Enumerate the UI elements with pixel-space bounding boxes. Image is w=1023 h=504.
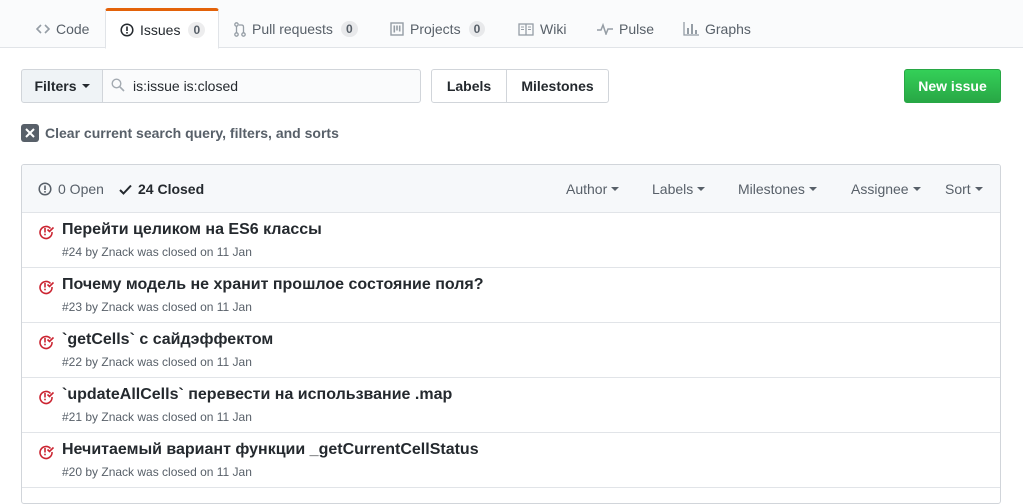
issue-closed-icon	[38, 224, 55, 243]
assignee-filter-dropdown[interactable]: Assignee	[851, 165, 921, 213]
milestones-button[interactable]: Milestones	[506, 69, 609, 103]
open-count: 0 Open	[58, 181, 104, 197]
clear-filters-link[interactable]: Clear current search query, filters, and…	[21, 124, 339, 142]
assignee-filter-label: Assignee	[851, 181, 909, 197]
issues-list-box: 0 Open 24 Closed Author Labels Milestone…	[21, 164, 1001, 504]
tab-wiki[interactable]: Wiki	[514, 9, 570, 49]
clear-filters-label: Clear current search query, filters, and…	[45, 125, 339, 141]
filters-label: Filters	[34, 78, 77, 94]
git-pull-request-icon	[234, 21, 246, 37]
projects-counter: 0	[468, 21, 486, 37]
issue-row: Перейти целиком на ES6 классы #24 by Zna…	[22, 213, 1000, 268]
filters-dropdown-button[interactable]: Filters	[21, 69, 103, 103]
issue-closed-icon	[38, 444, 55, 463]
issue-row: Нечитаемый вариант функции _getCurrentCe…	[22, 433, 1000, 488]
issue-meta: #20 by Znack was closed on 11 Jan	[62, 465, 252, 479]
close-icon	[21, 124, 39, 142]
tab-pulse[interactable]: Pulse	[593, 9, 658, 49]
caret-down-icon	[974, 187, 983, 191]
tab-projects[interactable]: Projects 0	[386, 9, 489, 49]
tab-label: Graphs	[705, 21, 751, 37]
issue-row: `getCells` с сайдэффектом #22 by Znack w…	[22, 323, 1000, 378]
issue-closed-icon	[38, 334, 55, 353]
open-issues-link[interactable]: 0 Open	[38, 165, 104, 213]
closed-issues-link[interactable]: 24 Closed	[119, 165, 204, 213]
issue-row: `updateAllCells` перевести на использван…	[22, 378, 1000, 433]
milestones-filter-label: Milestones	[738, 181, 805, 197]
closed-count: 24 Closed	[138, 181, 205, 197]
issue-opened-icon	[120, 22, 134, 37]
issues-counter: 0	[188, 21, 206, 38]
issue-title-link[interactable]: Почему модель не хранит прошлое состояни…	[62, 276, 484, 294]
issue-meta: #22 by Znack was closed on 11 Jan	[62, 355, 252, 369]
project-icon	[390, 22, 404, 36]
code-icon	[36, 22, 50, 36]
tab-label: Projects	[410, 21, 461, 37]
tab-label: Pull requests	[252, 21, 333, 37]
tab-label: Issues	[140, 21, 181, 38]
search-icon	[111, 77, 125, 95]
tab-issues[interactable]: Issues 0	[105, 8, 219, 49]
caret-down-icon	[912, 187, 921, 191]
graph-icon	[683, 22, 699, 36]
issue-closed-icon	[38, 279, 55, 298]
search-field[interactable]	[102, 69, 421, 103]
caret-down-icon	[81, 84, 90, 88]
new-issue-button[interactable]: New issue	[904, 69, 1001, 103]
issue-meta: #24 by Znack was closed on 11 Jan	[62, 245, 252, 259]
tab-label: Pulse	[619, 21, 655, 37]
tab-graphs[interactable]: Graphs	[679, 9, 755, 49]
book-icon	[518, 22, 534, 36]
tab-pull-requests[interactable]: Pull requests 0	[230, 9, 362, 49]
issue-title-link[interactable]: `getCells` с сайдэффектом	[62, 331, 273, 349]
issue-title-link[interactable]: Перейти целиком на ES6 классы	[62, 221, 322, 239]
caret-down-icon	[808, 187, 817, 191]
caret-down-icon	[611, 187, 620, 191]
caret-down-icon	[697, 187, 706, 191]
check-icon	[119, 184, 132, 195]
pull-requests-counter: 0	[340, 21, 358, 37]
issue-title-link[interactable]: `updateAllCells` перевести на использван…	[62, 386, 452, 404]
milestones-filter-dropdown[interactable]: Milestones	[738, 165, 817, 213]
issue-opened-icon	[38, 182, 52, 196]
sort-label: Sort	[945, 181, 971, 197]
issue-meta: #23 by Znack was closed on 11 Jan	[62, 300, 252, 314]
search-input[interactable]	[133, 78, 403, 94]
repo-tabnav: Code Issues 0 Pull requests 0 Projects 0…	[0, 0, 1023, 49]
issue-row: Почему модель не хранит прошлое состояни…	[22, 268, 1000, 323]
labels-button[interactable]: Labels	[431, 69, 507, 103]
labels-filter-dropdown[interactable]: Labels	[652, 165, 706, 213]
tab-label: Code	[56, 21, 90, 37]
issue-closed-icon	[38, 389, 55, 408]
issue-meta: #21 by Znack was closed on 11 Jan	[62, 410, 252, 424]
author-filter-dropdown[interactable]: Author	[566, 165, 620, 213]
issues-list-header: 0 Open 24 Closed Author Labels Milestone…	[22, 165, 1000, 213]
tab-code[interactable]: Code	[32, 9, 93, 49]
labels-filter-label: Labels	[652, 181, 694, 197]
author-filter-label: Author	[566, 181, 608, 197]
issue-title-link[interactable]: Нечитаемый вариант функции _getCurrentCe…	[62, 441, 479, 459]
pulse-icon	[597, 23, 613, 35]
sort-dropdown[interactable]: Sort	[945, 165, 983, 213]
tab-label: Wiki	[540, 21, 567, 37]
